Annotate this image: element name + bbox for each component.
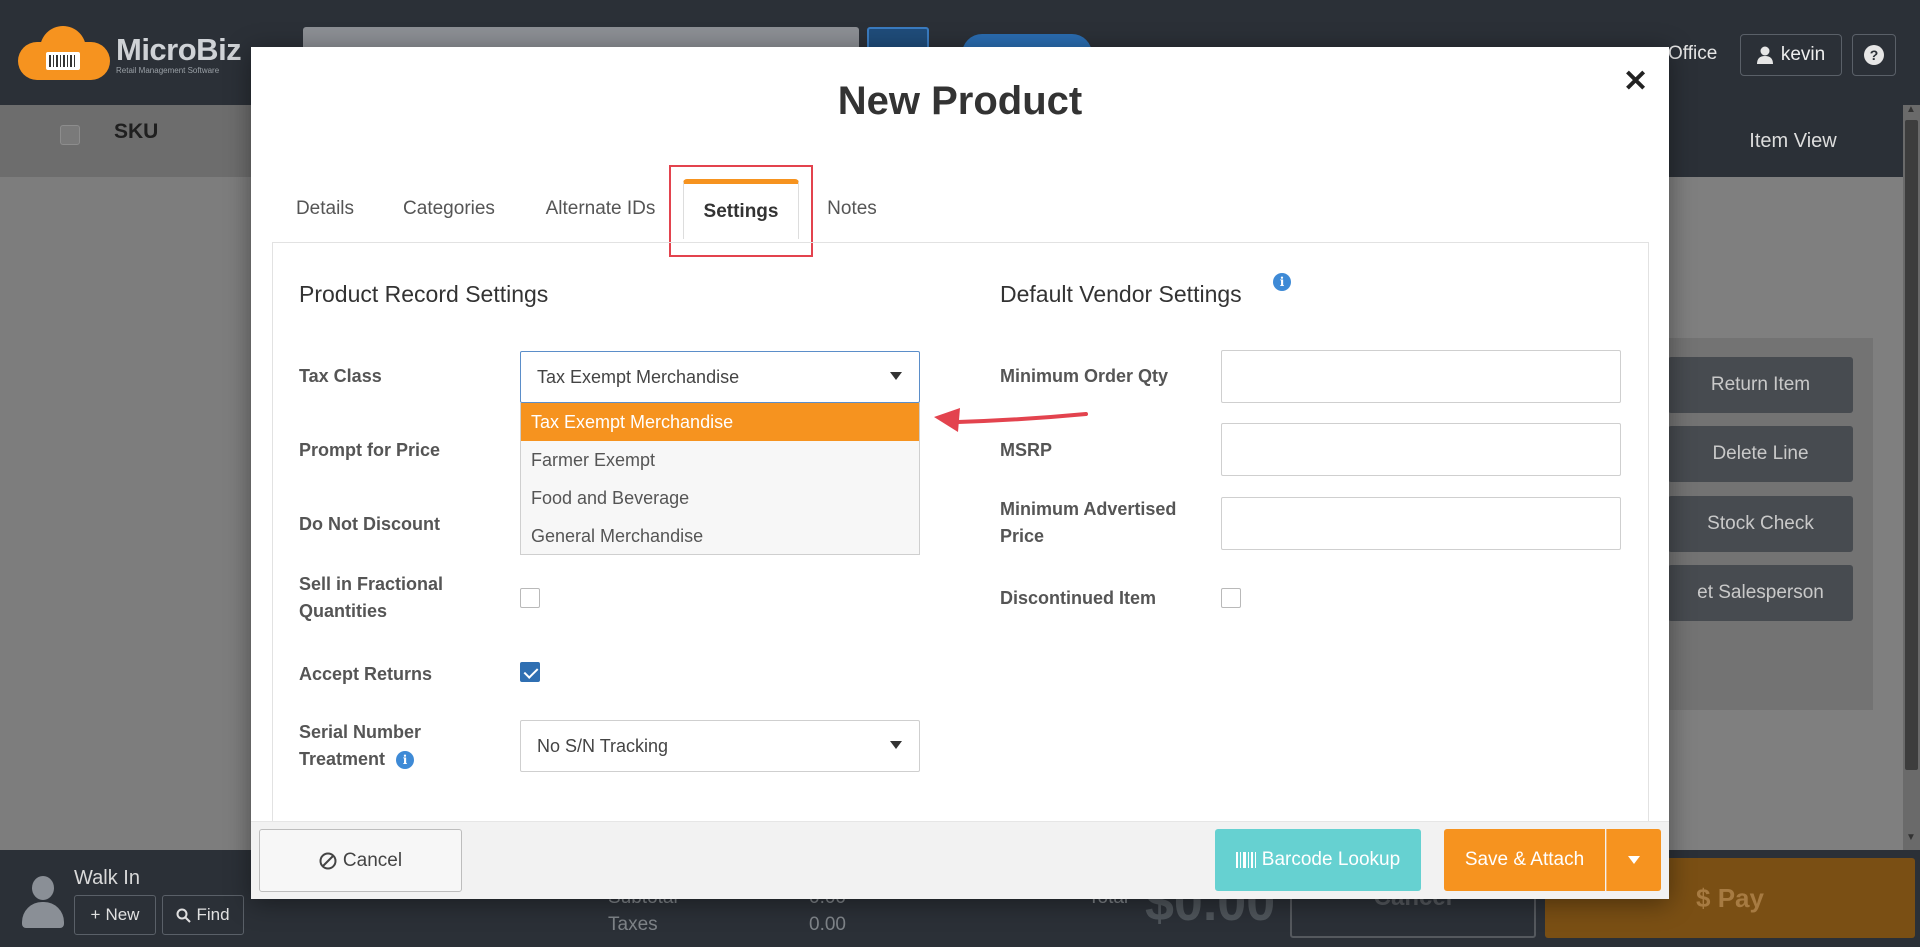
tax-class-option[interactable]: Tax Exempt Merchandise (521, 403, 919, 441)
customer-avatar-icon (22, 876, 64, 928)
accept-returns-checkbox[interactable] (520, 662, 540, 682)
tab-categories[interactable]: Categories (391, 179, 507, 239)
close-icon[interactable]: ✕ (1623, 67, 1648, 97)
find-label: Find (196, 905, 230, 924)
chevron-down-icon (1628, 856, 1640, 864)
modal-title: New Product (837, 79, 1083, 123)
serial-number-label-line2: Treatment i (299, 746, 415, 773)
scroll-down-icon[interactable]: ▼ (1906, 832, 1916, 843)
tab-notes[interactable]: Notes (811, 179, 893, 239)
logo-name: MicroBiz (116, 31, 242, 67)
cloud-barcode-icon (18, 26, 110, 80)
cancel-label: Cancel (342, 849, 403, 871)
product-record-settings-title: Product Record Settings (299, 281, 549, 307)
return-item-button[interactable]: Return Item (1668, 357, 1853, 413)
user-name: kevin (1780, 44, 1826, 65)
minimum-order-qty-label: Minimum Order Qty (1000, 366, 1169, 386)
tax-class-label: Tax Class (299, 366, 382, 386)
tax-class-option[interactable]: General Merchandise (521, 517, 919, 555)
delete-line-button[interactable]: Delete Line (1668, 426, 1853, 482)
scrollbar-thumb[interactable] (1905, 120, 1918, 770)
minimum-order-qty-input[interactable] (1221, 350, 1621, 403)
minimum-advertised-price-label-line1: Minimum Advertised (1000, 499, 1177, 519)
serial-number-select[interactable]: No S/N Tracking (520, 720, 920, 772)
new-label: New (105, 905, 140, 924)
barcode-lookup-button[interactable]: Barcode Lookup (1215, 829, 1421, 891)
item-view-tab[interactable]: Item View (1668, 105, 1918, 177)
user-icon (1756, 46, 1773, 64)
select-all-checkbox[interactable] (60, 125, 80, 145)
msrp-input[interactable] (1221, 423, 1621, 476)
default-vendor-settings-title: Default Vendor Settings (1000, 281, 1242, 307)
save-attach-button[interactable]: Save & Attach (1444, 829, 1605, 891)
find-customer-button[interactable]: Find (162, 895, 244, 935)
tax-class-dropdown: Tax Exempt Merchandise Farmer Exempt Foo… (520, 403, 920, 555)
search-icon (176, 908, 192, 923)
tax-class-value: Tax Exempt Merchandise (537, 366, 740, 387)
msrp-label: MSRP (1000, 440, 1053, 460)
pay-label: $ Pay (1696, 882, 1764, 913)
fractional-label-line1: Sell in Fractional (299, 574, 444, 594)
help-icon: ? (1864, 45, 1884, 65)
help-button[interactable]: ? (1852, 34, 1896, 76)
accept-returns-label: Accept Returns (299, 664, 433, 684)
set-salesperson-button[interactable]: et Salesperson (1668, 565, 1853, 621)
customer-name[interactable]: Walk In (74, 867, 140, 890)
serial-number-label-text: Treatment (299, 749, 386, 769)
info-icon[interactable]: i (1273, 273, 1291, 291)
save-options-button[interactable] (1606, 829, 1661, 891)
minimum-advertised-price-label-line2: Price (1000, 526, 1045, 546)
annotation-arrow-icon (934, 408, 1088, 432)
barcode-lookup-label: Barcode Lookup (1261, 849, 1401, 870)
plus-icon: + (90, 905, 101, 924)
fractional-checkbox[interactable] (520, 588, 540, 608)
tax-class-select[interactable]: Tax Exempt Merchandise (520, 351, 920, 403)
info-icon[interactable]: i (396, 751, 415, 770)
do-not-discount-label: Do Not Discount (299, 514, 440, 534)
modal-footer: Cancel Barcode Lookup Save & Attach (251, 821, 1669, 899)
chevron-down-icon (890, 741, 902, 749)
office-label[interactable]: Office (1668, 43, 1717, 65)
sku-column-header[interactable]: SKU (114, 120, 158, 144)
ban-icon (319, 852, 337, 869)
prompt-for-price-label: Prompt for Price (299, 440, 441, 460)
taxes-value: 0.00 (809, 914, 846, 935)
minimum-advertised-price-input[interactable] (1221, 497, 1621, 550)
tax-class-option[interactable]: Farmer Exempt (521, 441, 919, 479)
discontinued-item-checkbox[interactable] (1221, 588, 1241, 608)
discontinued-item-label: Discontinued Item (1000, 588, 1157, 608)
stock-check-button[interactable]: Stock Check (1668, 496, 1853, 552)
tab-bar: Details Categories Alternate IDs Setting… (251, 179, 1669, 239)
serial-number-label-line1: Serial Number (299, 722, 422, 742)
chevron-down-icon (890, 372, 902, 380)
fractional-label-line2: Quantities (299, 601, 388, 621)
cancel-button[interactable]: Cancel (259, 829, 462, 892)
serial-number-value: No S/N Tracking (537, 735, 669, 756)
tab-alternate-ids[interactable]: Alternate IDs (528, 179, 673, 239)
save-attach-label: Save & Attach (1464, 849, 1585, 870)
barcode-icon (1235, 852, 1256, 868)
user-menu-button[interactable]: kevin (1740, 34, 1842, 76)
tab-details[interactable]: Details (275, 179, 375, 239)
microbiz-logo: MicroBiz Retail Management Software (18, 26, 242, 80)
scroll-up-icon[interactable]: ▲ (1906, 104, 1916, 115)
tax-class-option[interactable]: Food and Beverage (521, 479, 919, 517)
new-customer-button[interactable]: + New (74, 895, 156, 935)
taxes-label: Taxes (608, 914, 658, 935)
